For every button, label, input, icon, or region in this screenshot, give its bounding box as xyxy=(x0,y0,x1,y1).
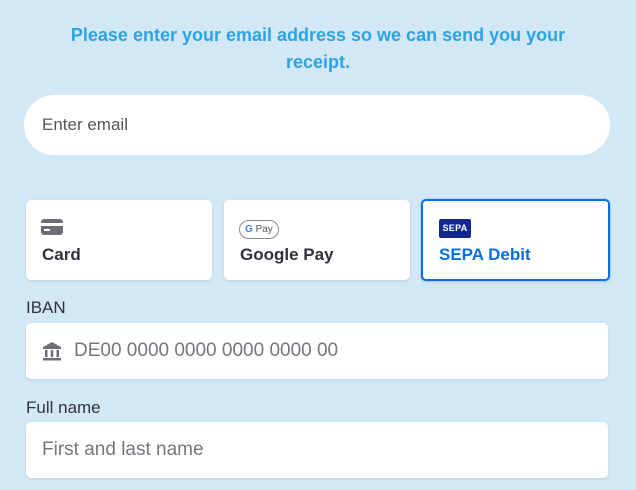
google-pay-icon: G Pay xyxy=(239,219,279,239)
iban-field[interactable] xyxy=(26,323,608,379)
payment-method-tabs: Card G Pay Google Pay SEPA SEPA Debit xyxy=(26,199,610,282)
full-name-label: Full name xyxy=(26,398,101,417)
full-name-field[interactable] xyxy=(26,422,608,478)
tab-google-pay[interactable]: G Pay Google Pay xyxy=(224,200,410,280)
sepa-icon: SEPA xyxy=(439,219,471,238)
tab-sepa-debit[interactable]: SEPA SEPA Debit xyxy=(421,199,610,281)
iban-label: IBAN xyxy=(26,298,66,317)
payment-form: Please enter your email address so we ca… xyxy=(0,0,636,490)
tab-card-label: Card xyxy=(42,245,81,264)
tab-sepa-debit-label: SEPA Debit xyxy=(439,245,531,264)
card-icon xyxy=(41,219,63,235)
email-input[interactable] xyxy=(24,95,610,155)
tab-card[interactable]: Card xyxy=(26,200,212,280)
tab-google-pay-label: Google Pay xyxy=(240,245,334,264)
full-name-input[interactable] xyxy=(42,422,592,478)
iban-input[interactable] xyxy=(74,323,594,379)
receipt-email-prompt: Please enter your email address so we ca… xyxy=(70,25,566,72)
bank-icon xyxy=(42,341,62,366)
